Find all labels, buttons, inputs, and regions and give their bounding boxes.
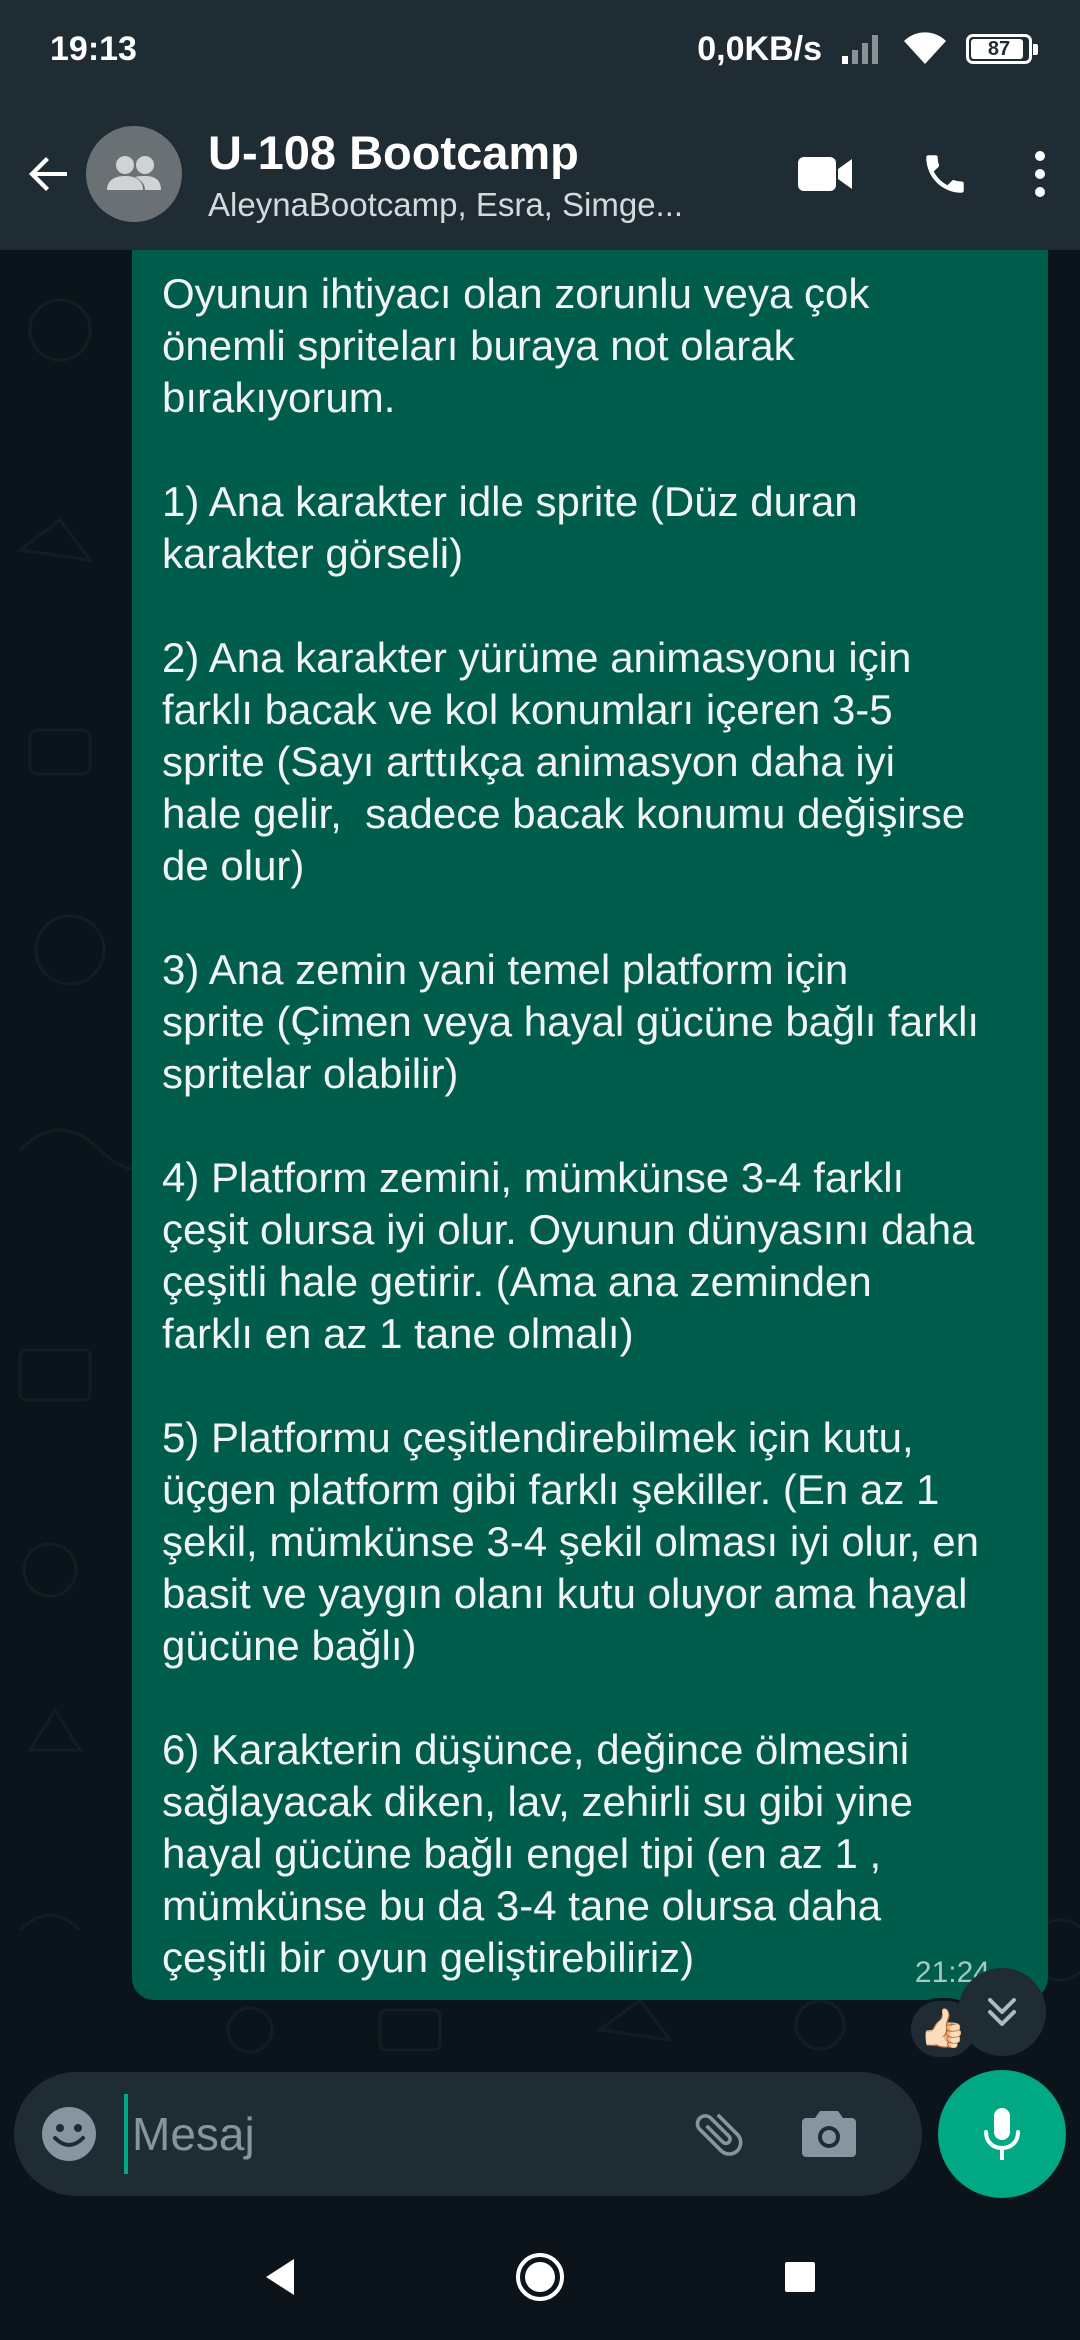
nav-back-button[interactable] — [240, 2237, 320, 2317]
chat-header: U-108 Bootcamp AleynaBootcamp, Esra, Sim… — [0, 98, 1080, 250]
attach-button[interactable] — [664, 2072, 774, 2196]
voice-call-button[interactable] — [880, 124, 1010, 224]
emoji-icon — [42, 2107, 96, 2161]
scroll-down-icon — [988, 1998, 1016, 2026]
battery-level: 87 — [987, 37, 1011, 60]
group-avatar-icon — [107, 156, 161, 190]
system-navigation-bar — [0, 2214, 1080, 2340]
attach-icon — [695, 2113, 743, 2156]
mic-icon — [984, 2108, 1020, 2160]
chat-info[interactable]: U-108 Bootcamp AleynaBootcamp, Esra, Sim… — [208, 125, 728, 224]
message-composer — [14, 2072, 922, 2196]
signal-icon — [840, 32, 884, 66]
message-bubble[interactable]: Oyunun ihtiyacı olan zorunlu veya çok ön… — [132, 250, 1048, 2000]
nav-home-icon — [516, 2253, 564, 2301]
video-call-button[interactable] — [770, 124, 880, 224]
back-arrow-icon — [29, 157, 67, 191]
wifi-icon — [902, 31, 948, 67]
nav-recents-icon — [785, 2262, 815, 2292]
back-button[interactable] — [14, 124, 84, 224]
network-speed: 0,0KB/s — [697, 29, 822, 68]
video-call-icon — [798, 157, 852, 191]
phone-icon — [926, 155, 964, 193]
status-time: 19:13 — [50, 29, 137, 68]
emoji-button[interactable] — [14, 2072, 124, 2196]
message-text: Oyunun ihtiyacı olan zorunlu veya çok ön… — [162, 270, 980, 1981]
scroll-down-button[interactable] — [958, 1968, 1046, 2056]
nav-recents-button[interactable] — [760, 2237, 840, 2317]
nav-back-icon — [266, 2259, 294, 2295]
chat-area[interactable]: Oyunun ihtiyacı olan zorunlu veya çok ön… — [0, 250, 1080, 2070]
battery-icon: 87 — [966, 34, 1038, 64]
camera-button[interactable] — [774, 2072, 884, 2196]
chat-participants: AleynaBootcamp, Esra, Simge... — [208, 185, 684, 223]
more-vert-icon — [1035, 151, 1045, 197]
message-input[interactable] — [124, 2094, 664, 2174]
status-indicators: 0,0KB/s 87 — [697, 29, 1038, 69]
group-avatar[interactable] — [86, 126, 182, 222]
nav-home-button[interactable] — [500, 2237, 580, 2317]
more-options-button[interactable] — [1010, 124, 1070, 224]
camera-icon — [802, 2111, 856, 2157]
header-actions — [770, 98, 1080, 250]
voice-message-button[interactable] — [938, 2070, 1066, 2198]
status-bar: 19:13 0,0KB/s 87 — [0, 0, 1080, 98]
chat-title: U-108 Bootcamp — [208, 125, 579, 179]
